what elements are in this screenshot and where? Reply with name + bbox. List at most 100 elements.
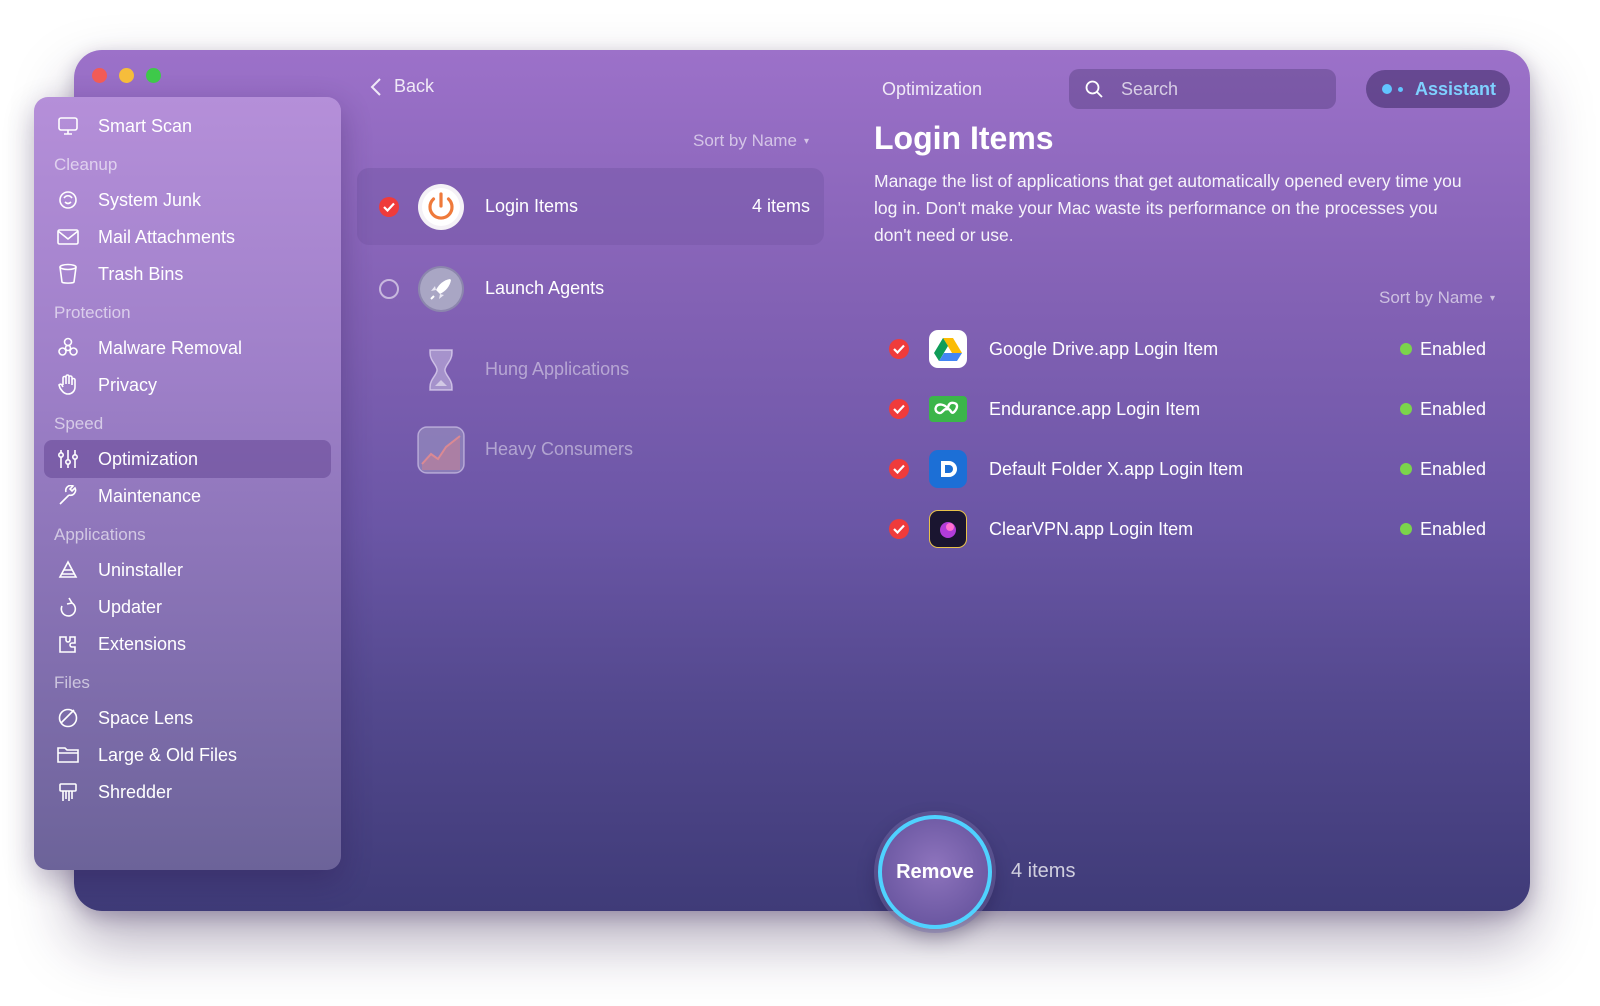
launch-agents-checkbox[interactable] (379, 278, 399, 299)
sidebar-section-protection: Protection (54, 303, 131, 322)
login-item-row[interactable]: Endurance.app Login Item Enabled (884, 385, 1486, 433)
sidebar-item-label: Trash Bins (98, 263, 184, 284)
sidebar-item-privacy[interactable]: Privacy (44, 366, 331, 404)
search-field[interactable] (1069, 69, 1336, 109)
login-item-row[interactable]: Default Folder X.app Login Item Enabled (884, 445, 1487, 493)
google-drive-icon (929, 330, 967, 368)
chevron-left-icon (370, 77, 381, 96)
status-label: Enabled (1420, 458, 1487, 479)
sidebar-item-label: Maintenance (98, 485, 202, 506)
caret-down-icon: ▾ (803, 135, 809, 147)
sidebar-item-optimization[interactable]: Optimization (44, 440, 331, 478)
status-label: Enabled (1420, 518, 1487, 539)
category-count: 4 items (751, 196, 810, 216)
hand-icon (56, 373, 80, 397)
section-title: Optimization (882, 79, 983, 99)
sidebar-item-smart-scan[interactable]: Smart Scan (44, 107, 331, 145)
checkmark-icon (383, 202, 395, 212)
wrench-icon (56, 484, 80, 508)
enabled-dot-icon (1400, 343, 1412, 355)
sidebar-item-label: Extensions (98, 633, 187, 654)
close-window-button[interactable] (92, 68, 107, 83)
sidebar: Smart Scan Cleanup System Junk Mail Atta… (34, 97, 341, 870)
sidebar-item-system-junk[interactable]: System Junk (44, 181, 331, 219)
sidebar-section-applications: Applications (54, 525, 146, 544)
category-login-items[interactable]: Login Items 4 items (357, 168, 824, 245)
item-name: ClearVPN.app Login Item (989, 518, 1194, 539)
sidebar-item-label: Large & Old Files (98, 744, 238, 765)
folder-icon (56, 743, 80, 767)
checkmark-icon (893, 464, 905, 474)
sidebar-item-large-old-files[interactable]: Large & Old Files (44, 736, 331, 774)
item-status: Enabled (1400, 399, 1486, 420)
status-label: Enabled (1420, 398, 1487, 419)
sidebar-section-files: Files (54, 673, 90, 692)
category-heavy-consumers: Heavy Consumers (357, 411, 824, 488)
sort-label: Sort by Name (1379, 288, 1483, 307)
sidebar-item-updater[interactable]: Updater (44, 588, 331, 626)
sidebar-section-cleanup: Cleanup (54, 155, 118, 174)
sidebar-item-mail-attachments[interactable]: Mail Attachments (44, 218, 331, 256)
checkmark-icon (893, 404, 905, 414)
login-item-row[interactable]: ClearVPN.app Login Item Enabled (884, 505, 1486, 553)
item-name: Google Drive.app Login Item (989, 338, 1219, 359)
sidebar-item-trash-bins[interactable]: Trash Bins (44, 255, 331, 293)
item-checkbox[interactable] (889, 519, 909, 539)
mail-icon (56, 225, 80, 249)
middle-sort-dropdown[interactable]: Sort by Name ▾ (693, 131, 809, 151)
assistant-small-dot-icon (1398, 86, 1403, 92)
detail-title: Login Items (874, 120, 1054, 156)
sidebar-item-label: Malware Removal (98, 337, 243, 358)
item-checkbox[interactable] (889, 339, 909, 359)
item-status: Enabled (1400, 519, 1486, 540)
sidebar-item-shredder[interactable]: Shredder (44, 773, 331, 811)
sidebar-item-label: Smart Scan (98, 115, 193, 136)
assistant-label: Assistant (1415, 78, 1497, 99)
sidebar-item-malware-removal[interactable]: Malware Removal (44, 329, 331, 367)
category-launch-agents[interactable]: Launch Agents (357, 250, 824, 327)
sidebar-item-label: Mail Attachments (98, 226, 236, 247)
login-item-row[interactable]: Google Drive.app Login Item Enabled (884, 325, 1487, 373)
category-label: Login Items (485, 196, 579, 216)
login-items-checkbox[interactable] (379, 196, 399, 217)
sidebar-item-uninstaller[interactable]: Uninstaller (44, 551, 331, 589)
updater-icon (56, 595, 80, 619)
extensions-icon (56, 632, 80, 656)
detail-sort-dropdown[interactable]: Sort by Name ▾ (1379, 288, 1495, 308)
endurance-icon (929, 396, 967, 422)
sidebar-item-label: Uninstaller (98, 559, 184, 580)
monitor-icon (56, 114, 80, 138)
back-button[interactable]: Back (370, 76, 434, 97)
sidebar-item-extensions[interactable]: Extensions (44, 625, 331, 663)
sidebar-item-label: Shredder (98, 781, 173, 802)
uninstaller-icon (56, 558, 80, 582)
minimize-window-button[interactable] (119, 68, 134, 83)
junk-icon (56, 188, 80, 212)
sidebar-item-maintenance[interactable]: Maintenance (44, 477, 331, 515)
hourglass-icon (417, 346, 465, 394)
assistant-dot-icon (1382, 84, 1392, 94)
remove-label: Remove (896, 860, 974, 883)
sidebar-item-space-lens[interactable]: Space Lens (44, 699, 331, 737)
zoom-window-button[interactable] (146, 68, 161, 83)
checkmark-icon (893, 344, 905, 354)
category-label: Launch Agents (485, 278, 605, 298)
search-icon (1085, 80, 1103, 98)
checkmark-icon (893, 524, 905, 534)
sidebar-item-label: Space Lens (98, 707, 194, 728)
status-label: Enabled (1420, 338, 1487, 359)
category-hung-applications: Hung Applications (357, 331, 824, 408)
lens-icon (56, 706, 80, 730)
default-folder-icon (929, 450, 967, 488)
biohazard-icon (56, 336, 80, 360)
item-checkbox[interactable] (889, 399, 909, 419)
search-input[interactable] (1121, 78, 1301, 100)
item-checkbox[interactable] (889, 459, 909, 479)
enabled-dot-icon (1400, 403, 1412, 415)
sort-label: Sort by Name (693, 131, 797, 150)
caret-down-icon: ▾ (1489, 292, 1495, 304)
remove-button[interactable]: Remove (878, 815, 992, 929)
sidebar-item-label: Updater (98, 596, 163, 617)
sidebar-item-label: Privacy (98, 374, 158, 395)
assistant-button[interactable]: Assistant (1366, 70, 1510, 108)
